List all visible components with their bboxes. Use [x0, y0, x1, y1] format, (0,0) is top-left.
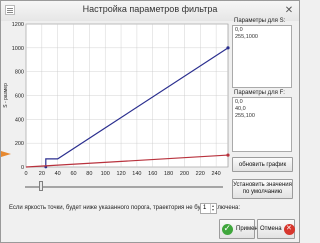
- close-icon[interactable]: ✕: [282, 4, 296, 17]
- x-tick-label: 240: [212, 171, 221, 177]
- x-tick-label: 40: [55, 171, 61, 177]
- y-tick-label: 200: [15, 141, 24, 147]
- x-tick-label: 0: [24, 171, 27, 177]
- x-tick-label: 220: [196, 171, 205, 177]
- cancel-button[interactable]: Отмена: [257, 219, 295, 239]
- y-tick-label: 1200: [12, 22, 24, 28]
- spinner-arrows-icon[interactable]: [210, 204, 216, 213]
- params-f-textbox[interactable]: 0,0 40,0 255,100: [232, 97, 292, 152]
- checkmark-icon: [222, 223, 233, 235]
- threshold-slider-track[interactable]: [25, 186, 223, 188]
- x-tick-label: 180: [164, 171, 173, 177]
- y-tick-label: 800: [15, 70, 24, 76]
- y-tick-label: 1000: [12, 46, 24, 52]
- set-defaults-label: Установить значения по умолчанию: [233, 182, 292, 195]
- series-end-marker: [226, 153, 230, 157]
- x-tick-label: 80: [86, 171, 92, 177]
- threshold-slider-thumb[interactable]: [39, 181, 43, 191]
- cancel-label: Отмена: [260, 226, 282, 232]
- x-tick-label: 120: [116, 171, 125, 177]
- x-tick-label: 140: [132, 171, 141, 177]
- apply-button[interactable]: Применить: [219, 219, 267, 239]
- params-f-label: Параметры для F:: [234, 90, 285, 96]
- x-tick-label: 160: [148, 171, 157, 177]
- y-tick-label: 0: [21, 165, 24, 171]
- y-axis-label: S - размер: [3, 83, 9, 108]
- x-tick-label: 200: [180, 171, 189, 177]
- params-s-label: Параметры для S:: [234, 18, 286, 24]
- refresh-chart-label: обновить график: [238, 161, 287, 168]
- set-defaults-button[interactable]: Установить значения по умолчанию: [232, 179, 293, 199]
- x-tick-label: 20: [39, 171, 45, 177]
- y-tick-label: 400: [15, 117, 24, 123]
- filter-chart: 0 20 40 60 80 100 120 140 160 180 200 220 240 0 200 400…: [3, 22, 230, 177]
- refresh-chart-button[interactable]: обновить график: [232, 157, 293, 172]
- threshold-value: 1: [203, 205, 207, 211]
- window-title: Настройка параметров фильтра: [82, 4, 218, 14]
- x-tick-label: 100: [101, 171, 110, 177]
- x-tick-label: 60: [70, 171, 76, 177]
- series-end-marker: [226, 46, 230, 50]
- threshold-spinner[interactable]: 1: [200, 203, 217, 214]
- cancel-icon: [283, 223, 295, 235]
- filter-settings-window: Настройка параметров фильтра ✕ 0 20 40 60 80…: [0, 0, 300, 243]
- params-s-textbox[interactable]: 0,0 255,1000: [232, 25, 292, 88]
- y-tick-label: 600: [15, 94, 24, 100]
